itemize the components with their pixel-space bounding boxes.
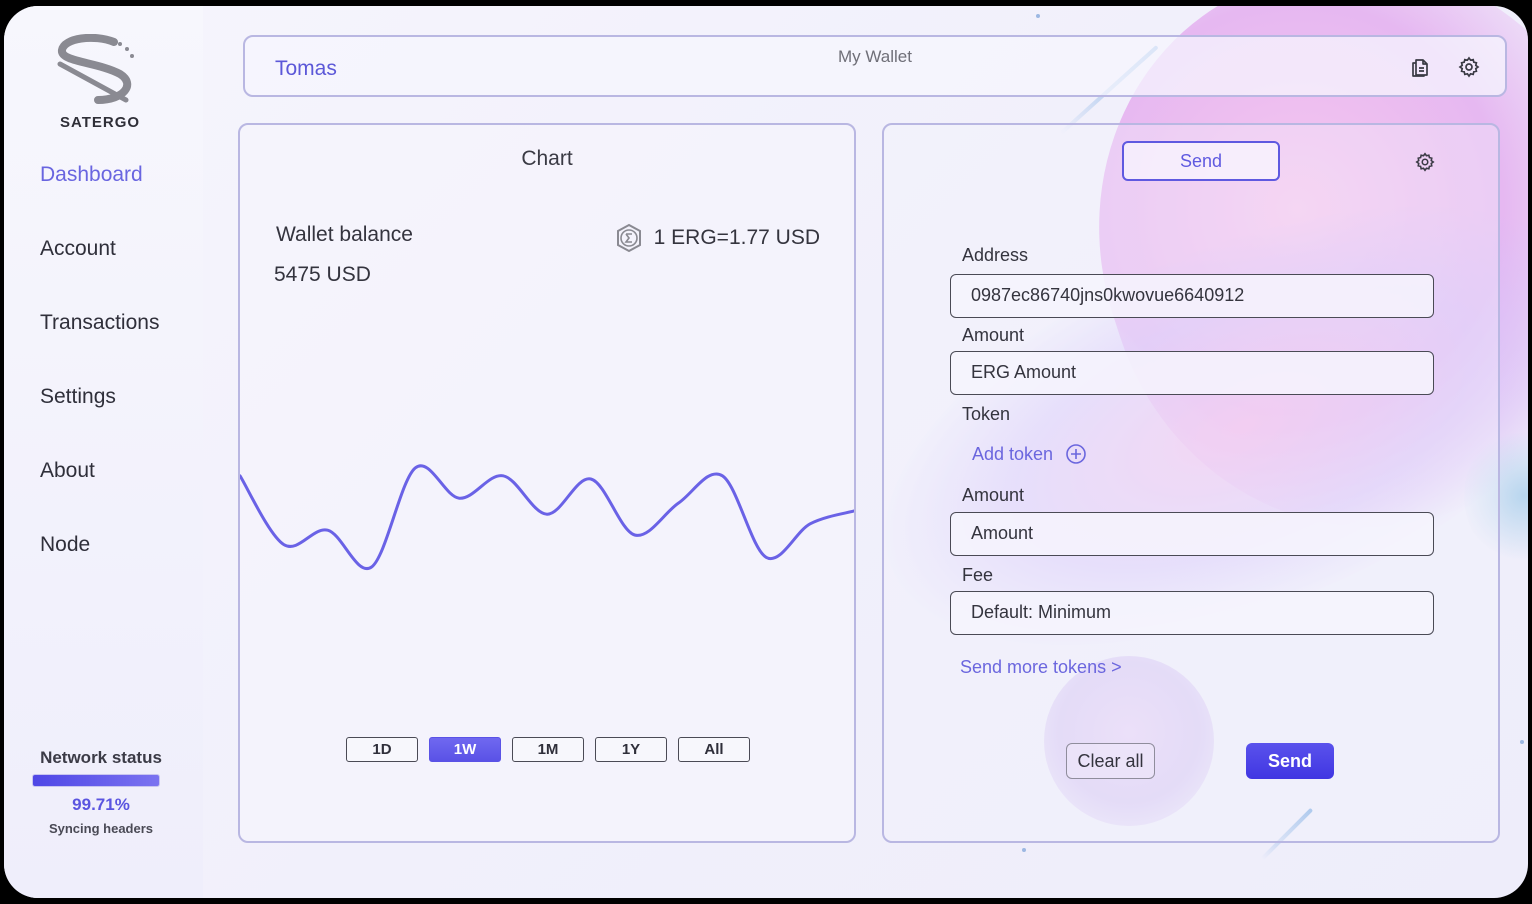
range-selector: 1D 1W 1M 1Y All: [346, 737, 750, 762]
decor-dot: [1036, 14, 1040, 18]
network-status-title: Network status: [40, 748, 162, 767]
network-status: Network status 99.71% Syncing headers: [30, 748, 172, 836]
add-token-button[interactable]: Add token: [972, 443, 1087, 465]
sync-progress-fill: [33, 775, 159, 786]
sidebar-item-node[interactable]: Node: [40, 528, 159, 602]
erg-amount-input[interactable]: ERG Amount: [950, 351, 1434, 395]
balance-series-line: [240, 464, 854, 571]
range-button-1d[interactable]: 1D: [346, 737, 418, 762]
gear-icon[interactable]: [1457, 55, 1481, 79]
range-button-1w[interactable]: 1W: [429, 737, 501, 762]
sidebar-item-transactions[interactable]: Transactions: [40, 306, 159, 380]
address-label: Address: [962, 245, 1029, 265]
amount-label: Amount: [962, 325, 1025, 345]
app-window: SATERGO Dashboard Account Transactions S…: [4, 6, 1528, 898]
send-more-tokens-link[interactable]: Send more tokens >: [960, 657, 1122, 678]
satergo-logo-icon: [57, 34, 134, 104]
brand-name: SATERGO: [59, 114, 141, 131]
address-input[interactable]: 0987ec86740jns0kwovue6640912: [950, 274, 1434, 318]
decor-dot: [1520, 740, 1524, 744]
sidebar: SATERGO Dashboard Account Transactions S…: [4, 6, 203, 898]
sync-progress-bar: [32, 774, 160, 787]
wallet-title: My Wallet: [838, 47, 912, 66]
fee-select[interactable]: Default: Minimum: [950, 591, 1434, 635]
plus-circle-icon: [1066, 444, 1086, 464]
sync-percent: 99.71%: [72, 795, 130, 814]
send-button[interactable]: Send: [1246, 743, 1334, 779]
top-header: Tomas My Wallet: [243, 35, 1507, 97]
clear-all-button[interactable]: Clear all: [1066, 743, 1155, 779]
sidebar-item-dashboard[interactable]: Dashboard: [40, 158, 159, 232]
fee-label: Fee: [962, 565, 994, 585]
decor-dot: [1022, 848, 1026, 852]
token-amount-input[interactable]: Amount: [950, 512, 1434, 556]
copy-icon[interactable]: [1408, 55, 1432, 79]
send-tab[interactable]: Send: [1122, 141, 1280, 181]
sidebar-item-settings[interactable]: Settings: [40, 380, 159, 454]
sync-status-text: Syncing headers: [48, 821, 154, 836]
gear-icon[interactable]: [1414, 151, 1436, 173]
token-amount-label: Amount: [962, 485, 1025, 505]
token-label: Token: [962, 404, 1011, 424]
sidebar-item-account[interactable]: Account: [40, 232, 159, 306]
range-button-all[interactable]: All: [678, 737, 750, 762]
add-token-label: Add token: [972, 443, 1054, 464]
sidebar-nav: Dashboard Account Transactions Settings …: [40, 158, 159, 602]
range-button-1y[interactable]: 1Y: [595, 737, 667, 762]
range-button-1m[interactable]: 1M: [512, 737, 584, 762]
balance-line-chart: [240, 464, 854, 571]
chart-panel: Chart Wallet balance 5475 USD 1 ERG=1.77…: [238, 123, 856, 843]
send-panel: Send Address 0987ec86740jns0kwovue664091…: [882, 123, 1500, 843]
sidebar-item-about[interactable]: About: [40, 454, 159, 528]
